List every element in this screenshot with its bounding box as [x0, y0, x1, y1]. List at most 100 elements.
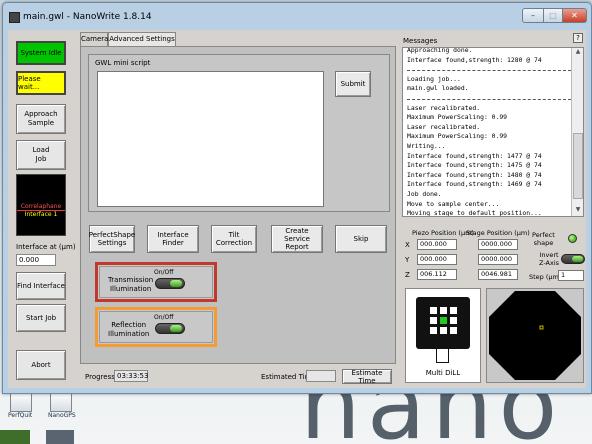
- dill-cell: [440, 327, 447, 334]
- stage-position-header: Stage Position (µm): [466, 229, 530, 237]
- multi-dill-icon: [416, 297, 470, 349]
- message-line: Job done.: [407, 189, 442, 198]
- close-button[interactable]: ✕: [562, 8, 587, 23]
- desktop-shortcut-icon[interactable]: [50, 392, 72, 412]
- tilt-correction-button[interactable]: Tilt Correction: [211, 225, 257, 253]
- dill-cell: [440, 307, 447, 314]
- start-job-button[interactable]: Start Job: [16, 304, 66, 332]
- message-line: Maximum PowerScaling: 0.99: [407, 113, 508, 122]
- invert-z-axis-toggle[interactable]: [561, 254, 585, 264]
- desktop-shortcut-icon[interactable]: [10, 392, 32, 412]
- toggle-knob: [170, 280, 182, 287]
- desktop-icon-fragment: [0, 430, 30, 444]
- axis-z-label: Z: [405, 271, 410, 279]
- help-button[interactable]: ?: [573, 33, 583, 43]
- transmission-illumination-group: Transmission Illumination On/Off: [95, 262, 217, 302]
- transmission-toggle[interactable]: [155, 278, 185, 289]
- stage-view[interactable]: [486, 288, 584, 383]
- step-label: Step (µm): [529, 273, 562, 281]
- gwl-script-input[interactable]: [97, 71, 324, 207]
- message-separator: [407, 99, 571, 100]
- interface-at-label: Interface at (µm): [16, 243, 76, 251]
- step-field[interactable]: 1: [558, 270, 584, 281]
- invert-z-axis-label: Invert Z-Axis: [539, 251, 560, 267]
- load-job-button[interactable]: Load Job: [16, 140, 66, 170]
- toggle-knob: [170, 325, 182, 332]
- desktop-icon-label: NanoGPS: [48, 412, 76, 419]
- preview-interface-label: Interface 1: [17, 210, 65, 218]
- stage-x-field[interactable]: 0000.000: [478, 239, 518, 250]
- maximize-button[interactable]: □: [543, 8, 563, 23]
- stage-octagon-icon: [489, 291, 581, 380]
- stage-y-field[interactable]: 0000.000: [478, 254, 518, 265]
- dill-cell: [430, 317, 437, 324]
- piezo-position-header: Piezo Position (µm): [412, 229, 474, 237]
- dill-cell: [430, 307, 437, 314]
- please-wait-indicator: Please wait...: [16, 71, 66, 95]
- message-line: Interface found,strength: 1477 @ 74: [407, 151, 542, 160]
- gwl-mini-script-label: GWL mini script: [95, 59, 151, 67]
- reflection-illumination-label: Reflection Illumination: [108, 321, 150, 338]
- system-idle-indicator: System Idle: [16, 41, 66, 65]
- interface-finder-button[interactable]: Interface Finder: [147, 225, 199, 253]
- interface-at-field[interactable]: 0.000: [16, 254, 56, 266]
- reflection-onoff-label: On/Off: [154, 314, 174, 321]
- scroll-up-icon[interactable]: ▲: [572, 48, 583, 58]
- transmission-illumination-label: Transmission Illumination: [108, 276, 154, 293]
- preview-label: Correlaphane: [20, 203, 62, 210]
- message-line: Interface found,strength: 1469 @ 74: [407, 180, 542, 189]
- scroll-down-icon[interactable]: ▼: [572, 206, 583, 216]
- desktop-icon-label: PerfQuit: [8, 412, 33, 419]
- scroll-thumb[interactable]: [573, 133, 583, 199]
- estimated-time-field: [306, 370, 336, 382]
- messages-title: Messages: [403, 37, 438, 45]
- create-service-report-button[interactable]: Create Service Report: [271, 225, 323, 253]
- approach-sample-button[interactable]: Approach Sample: [16, 104, 66, 134]
- advanced-settings-panel: GWL mini script Submit PerfectShape Setti…: [80, 46, 396, 364]
- piezo-x-field[interactable]: 000.000: [417, 239, 457, 250]
- dill-cell: [430, 327, 437, 334]
- reflection-illumination-group: Reflection Illumination On/Off: [95, 307, 217, 347]
- title-bar[interactable]: main.gwl - NanoWrite 1.8.14 – □ ✕: [3, 3, 589, 29]
- dill-cell: [450, 327, 457, 334]
- message-line: Approaching done.: [407, 47, 473, 54]
- skip-button[interactable]: Skip: [335, 225, 387, 253]
- estimate-time-button[interactable]: Estimate Time: [342, 369, 392, 385]
- toggle-knob: [572, 256, 583, 262]
- message-line: Move to sample center...: [407, 199, 500, 208]
- stage-z-field[interactable]: 0046.981: [478, 269, 518, 280]
- piezo-y-field[interactable]: 000.000: [417, 254, 457, 265]
- perfect-shape-led-icon: [568, 234, 577, 243]
- dill-cell: [450, 307, 457, 314]
- message-line: main.gwl loaded.: [407, 84, 469, 93]
- progress-value: 03:33:53: [114, 370, 148, 382]
- objective-stem-icon: [436, 349, 449, 363]
- messages-scrollbar[interactable]: ▲ ▼: [571, 48, 583, 216]
- message-line: Laser recalibrated.: [407, 122, 481, 131]
- objective-panel[interactable]: Multi DiLL: [405, 288, 481, 383]
- tab-camera[interactable]: Camera: [80, 32, 108, 46]
- piezo-z-field[interactable]: 006.112: [417, 269, 457, 280]
- submit-button[interactable]: Submit: [335, 71, 371, 97]
- tab-advanced-settings[interactable]: Advanced Settings: [108, 32, 176, 47]
- client-area: System Idle Please wait... Approach Sampl…: [8, 30, 586, 388]
- progress-label: Progress: [85, 373, 115, 381]
- app-icon: [9, 12, 20, 23]
- message-line: Laser recalibrated.: [407, 103, 481, 112]
- dill-cell: [450, 317, 457, 324]
- interface-preview: Correlaphane Interface 1: [16, 174, 66, 236]
- transmission-onoff-label: On/Off: [154, 269, 174, 276]
- gwl-mini-script-group: GWL mini script Submit: [88, 54, 390, 212]
- reflection-toggle[interactable]: [155, 323, 185, 334]
- desktop-icon-fragment: [46, 430, 74, 444]
- perfect-shape-label: Perfect shape: [532, 231, 555, 247]
- minimize-button[interactable]: –: [522, 8, 544, 23]
- message-line: Maximum PowerScaling: 0.99: [407, 132, 508, 141]
- messages-log[interactable]: Approaching done. Interface found,strengt…: [402, 47, 584, 217]
- abort-button[interactable]: Abort: [16, 350, 66, 380]
- find-interface-button[interactable]: Find Interface: [16, 272, 66, 300]
- message-line: Moving stage to default position...: [407, 209, 542, 217]
- message-separator: [407, 70, 571, 72]
- messages-lines: Approaching done. Interface found,strengt…: [407, 47, 542, 217]
- perfectshape-settings-button[interactable]: PerfectShape Settings: [89, 225, 135, 253]
